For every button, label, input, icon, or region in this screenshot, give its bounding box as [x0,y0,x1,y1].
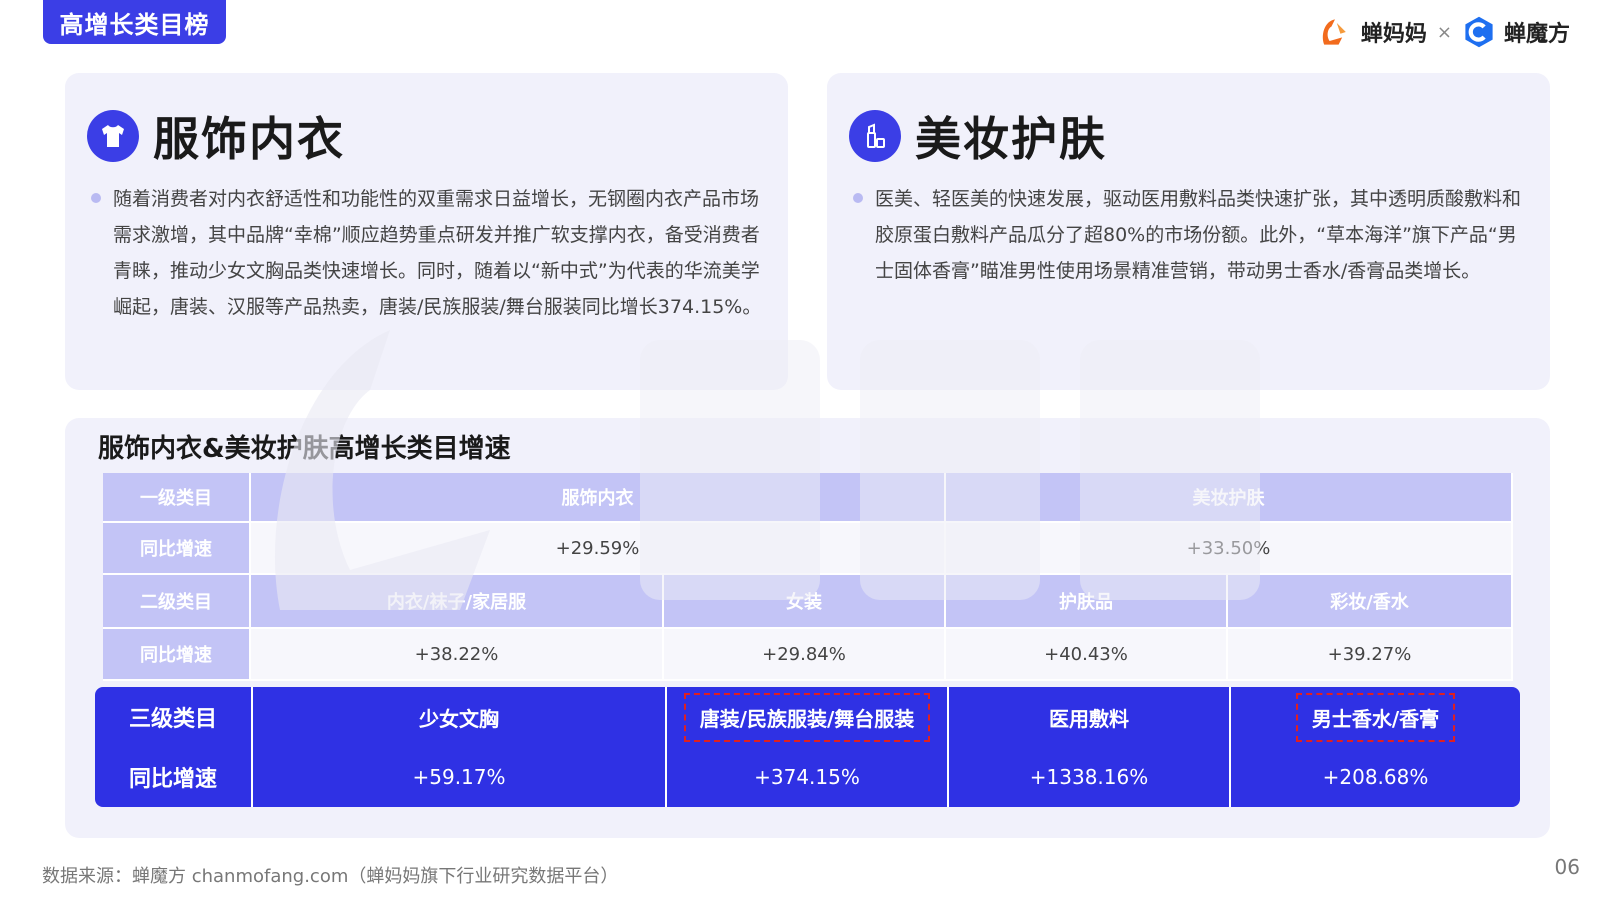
category-name: 医用敷料 [1049,706,1129,731]
row-label: 同比增速 [103,629,251,681]
apparel-card-title: 服饰内衣 [153,112,345,166]
table-cell: 医用敷料 [949,687,1229,747]
table-cell: 护肤品 [946,575,1228,629]
table-row: 二级类目 内衣/袜子/家居服 女装 护肤品 彩妆/香水 [103,575,1513,629]
highlighted-category: 男士香水/香膏 [1295,692,1456,742]
brand-a-name: 蝉妈妈 [1360,22,1427,47]
table-cell: 女装 [664,575,946,629]
tshirt-icon [87,110,139,162]
apparel-card-body: 随着消费者对内衣舒适性和功能性的双重需求日益增长，无钢圈内衣产品市场需求激增，其… [91,181,768,325]
data-source-footer: 数据来源：蝉魔方 chanmofang.com（蝉妈妈旗下行业研究数据平台） [42,866,619,887]
brand-logos: 蝉妈妈 × 蝉魔方 [1317,12,1570,52]
row-label: 一级类目 [103,473,251,523]
bullet-dot [853,193,863,203]
brand-b-name: 蝉魔方 [1503,22,1570,47]
level3-highlight-band: 三级类目 同比增速 少女文胸 +59.17% 唐装/民族服装/舞台服装 +374… [95,687,1520,807]
section-tag: 高增长类目榜 [43,0,226,44]
row-label: 同比增速 [128,767,217,792]
chanmama-logo-icon [1322,19,1346,45]
table-cell: 美妆护肤 [946,473,1513,523]
row-label: 二级类目 [103,575,251,629]
category-name: 少女文胸 [419,706,499,731]
table-cell: 唐装/民族服装/舞台服装 [667,687,947,747]
table-row: 同比增速 +38.22% +29.84% +40.43% +39.27% [103,629,1513,681]
table-cell: +29.84% [664,629,946,681]
table-row: 一级类目 服饰内衣 美妆护肤 [103,473,1513,523]
page-number: 06 [1554,855,1580,879]
table-cell: 彩妆/香水 [1228,575,1513,629]
table-cell: 男士香水/香膏 [1231,687,1520,747]
highlighted-category: 唐装/民族服装/舞台服装 [683,692,931,742]
band-column: 男士香水/香膏 +208.68% [1229,687,1520,807]
table-title: 服饰内衣&美妆护肤高增长类目增速 [98,434,511,464]
band-column: 少女文胸 +59.17% [251,687,665,807]
table-cell: +59.17% [412,765,506,789]
table-cell: +29.59% [251,523,946,575]
table-cell: +38.22% [251,629,664,681]
row-label: 同比增速 [103,523,251,575]
bullet-dot [91,193,101,203]
band-label-column: 三级类目 同比增速 [95,687,251,807]
apparel-card: 服饰内衣 随着消费者对内衣舒适性和功能性的双重需求日益增长，无钢圈内衣产品市场需… [65,73,788,390]
chanmofang-logo-icon [1465,16,1493,48]
table-cell: +1338.16% [1029,765,1149,789]
growth-table: 一级类目 服饰内衣 美妆护肤 同比增速 +29.59% +33.50% 二级类目… [103,473,1513,681]
table-cell: 内衣/袜子/家居服 [251,575,664,629]
table-cell: +374.15% [754,765,860,789]
table-row: 同比增速 +29.59% +33.50% [103,523,1513,575]
apparel-card-header: 服饰内衣 [87,103,345,169]
beauty-card-header: 美妆护肤 [849,103,1107,169]
table-cell: +208.68% [1322,765,1429,789]
beauty-card-title: 美妆护肤 [915,112,1107,166]
table-cell: +33.50% [946,523,1513,575]
row-label: 三级类目 [128,707,217,732]
table-cell: 服饰内衣 [251,473,946,523]
table-cell: 少女文胸 [253,687,665,747]
band-column: 医用敷料 +1338.16% [947,687,1229,807]
apparel-card-text: 随着消费者对内衣舒适性和功能性的双重需求日益增长，无钢圈内衣产品市场需求激增，其… [113,188,762,318]
beauty-card: 美妆护肤 医美、轻医美的快速发展，驱动医用敷料品类快速扩张，其中透明质酸敷料和胶… [827,73,1550,390]
beauty-card-body: 医美、轻医美的快速发展，驱动医用敷料品类快速扩张，其中透明质酸敷料和胶原蛋白敷料… [853,181,1530,289]
table-cell: +39.27% [1228,629,1513,681]
beauty-card-text: 医美、轻医美的快速发展，驱动医用敷料品类快速扩张，其中透明质酸敷料和胶原蛋白敷料… [875,188,1522,282]
band-column: 唐装/民族服装/舞台服装 +374.15% [665,687,947,807]
lipstick-icon [849,110,901,162]
brand-separator: × [1436,21,1452,43]
table-cell: +40.43% [946,629,1228,681]
